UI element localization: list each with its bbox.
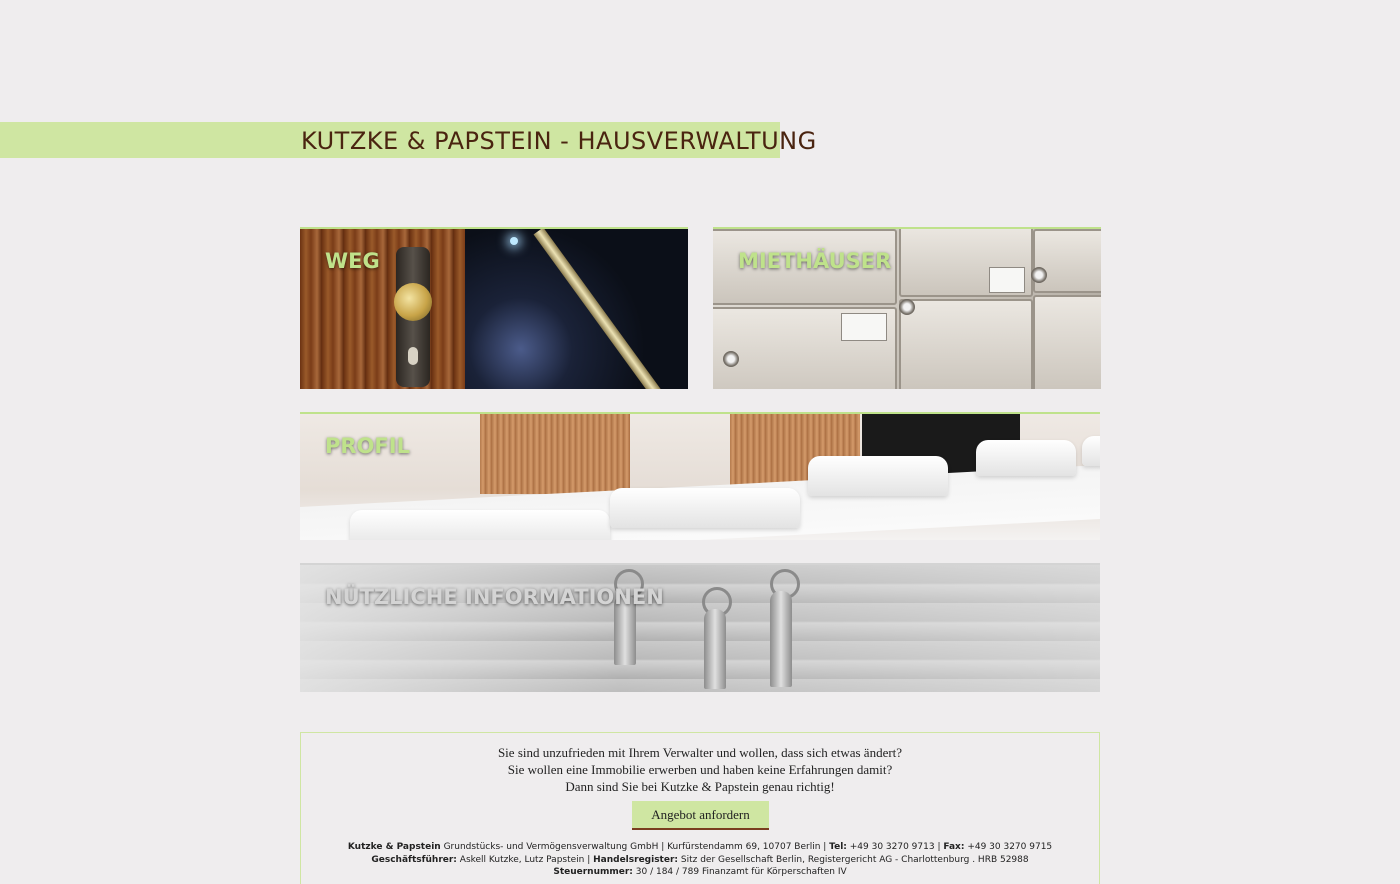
tile-nuetzliche-informationen[interactable]: NÜTZLICHE INFORMATIONEN — [300, 563, 1100, 692]
tile-weg[interactable]: WEG — [300, 227, 688, 389]
cta-line: Dann sind Sie bei Kutzke & Papstein gena… — [565, 779, 835, 794]
imprint: Kutzke & Papstein Grundstücks- und Vermö… — [301, 841, 1099, 879]
tile-weg-label: WEG — [325, 249, 380, 273]
tile-nuetzliche-informationen-label: NÜTZLICHE INFORMATIONEN — [325, 585, 664, 609]
tile-miethaeuser-label: MIETHÄUSER — [738, 249, 892, 273]
cta-section: Sie sind unzufrieden mit Ihrem Verwalter… — [300, 732, 1100, 884]
register-label: Handelsregister: — [593, 854, 678, 865]
tel-label: Tel: — [829, 842, 847, 852]
tax-number-label: Steuernummer: — [553, 867, 633, 877]
conference-chairs-photo — [300, 414, 1100, 540]
imprint-line-company: Kutzke & Papstein Grundstücks- und Vermö… — [301, 841, 1099, 854]
tile-miethaeuser[interactable]: MIETHÄUSER — [713, 227, 1101, 389]
tile-profil[interactable]: PROFIL — [300, 412, 1100, 540]
company-name: Kutzke & Papstein — [347, 842, 441, 852]
fax-label: Fax: — [943, 842, 965, 852]
request-offer-button[interactable]: Angebot anfordern — [632, 801, 769, 830]
imprint-line-management: Geschäftsführer: Askell Kutzke, Lutz Pap… — [301, 854, 1099, 867]
tax-number-value: 30 / 184 / 789 Finanzamt für Körperschaf… — [632, 867, 847, 877]
cta-line: Sie sind unzufrieden mit Ihrem Verwalter… — [497, 745, 903, 760]
tile-profil-label: PROFIL — [325, 434, 410, 458]
fax-value: +49 30 3270 9715 — [964, 842, 1053, 852]
tel-value: +49 30 3270 9713 | — [846, 842, 944, 852]
cta-text: Sie sind unzufrieden mit Ihrem Verwalter… — [301, 744, 1099, 795]
managing-directors-label: Geschäftsführer: — [371, 854, 457, 865]
managing-directors-value: Askell Kutzke, Lutz Papstein | — [456, 854, 594, 865]
imprint-line-tax: Steuernummer: 30 / 184 / 789 Finanzamt f… — [301, 866, 1099, 879]
company-details: Grundstücks- und Vermögensverwaltung Gmb… — [440, 842, 830, 852]
site-title[interactable]: KUTZKE & PAPSTEIN - HAUSVERWALTUNG — [301, 126, 817, 156]
register-value: Sitz der Gesellschaft Berlin, Registerge… — [678, 854, 1029, 865]
cta-line: Sie wollen eine Immobilie erwerben und h… — [507, 762, 893, 777]
